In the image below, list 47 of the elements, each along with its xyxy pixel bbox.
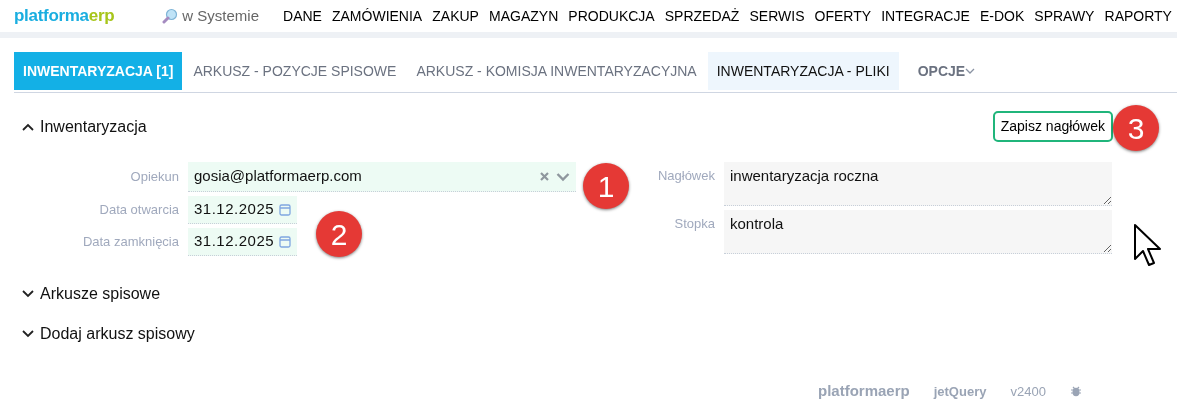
save-button[interactable]: Zapisz nagłówek (992, 111, 1113, 142)
search-link[interactable]: w Systemie (182, 4, 259, 28)
field-label: Nagłówek (656, 167, 715, 185)
search-icon[interactable] (162, 8, 179, 24)
tab[interactable]: ARKUSZ - KOMISJA INWENTARYZACYJNA (407, 52, 706, 90)
step-number-badge: 3 (1113, 105, 1159, 151)
tab[interactable]: INWENTARYZACJA - PLIKI (707, 52, 899, 90)
section-title[interactable]: Arkusze spisowe (40, 282, 161, 306)
field-label: Stopka (673, 215, 715, 233)
tab[interactable]: ARKUSZ - POZYCJE SPISOWE (184, 52, 406, 90)
calendar-icon[interactable] (279, 235, 291, 248)
field-label: Data otwarcia (98, 201, 179, 220)
logo: platformaerp (14, 5, 115, 28)
library-name: jetQuery (933, 382, 987, 401)
version-label: v2400 (1010, 382, 1046, 401)
calendar-icon[interactable] (279, 203, 291, 216)
date-field[interactable]: 31.12.2025 (188, 196, 297, 224)
menu-item[interactable]: ZAKUP (432, 5, 479, 27)
text-area[interactable]: inwentaryzacja roczna (724, 162, 1112, 206)
menu-item[interactable]: RAPORTY (1104, 5, 1172, 27)
caret-icon[interactable] (22, 122, 34, 131)
footer-logo: platformaerp (818, 381, 910, 401)
section-title[interactable]: Inwentaryzacja (40, 114, 147, 139)
section-title[interactable]: Dodaj arkusz spisowy (40, 322, 195, 346)
menu-item[interactable]: PRODUKCJA (568, 5, 655, 27)
menu-item[interactable]: E-DOK (979, 5, 1025, 27)
tab[interactable]: OPCJE (908, 52, 985, 90)
menu-item[interactable]: ZAMÓWIENIA (332, 5, 423, 27)
menu-item[interactable]: INTEGRACJE (881, 5, 970, 27)
date-field[interactable]: 31.12.2025 (188, 228, 297, 256)
menu-item[interactable]: OFERTY (814, 5, 872, 27)
chevron-down-icon[interactable] (556, 171, 570, 182)
clear-icon[interactable] (539, 171, 550, 182)
bug-icon[interactable] (1069, 385, 1082, 398)
select-field[interactable]: gosia@platformaerp.com (188, 162, 576, 192)
field-label: Opiekun (129, 168, 179, 187)
menu-item[interactable]: MAGAZYN (489, 5, 559, 27)
text-area[interactable]: kontrola (724, 210, 1112, 254)
step-number-badge: 1 (583, 163, 629, 209)
menu-item[interactable]: DANE (283, 5, 322, 27)
step-number-badge: 2 (316, 211, 362, 257)
caret-icon[interactable] (22, 330, 34, 338)
menu-item[interactable]: SPRAWY (1034, 5, 1095, 27)
caret-icon[interactable] (22, 290, 34, 298)
menu-item[interactable]: SERWIS (749, 5, 805, 27)
field-label: Data zamknięcia (81, 233, 179, 252)
menu-item[interactable]: SPRZEDAŻ (664, 5, 740, 27)
